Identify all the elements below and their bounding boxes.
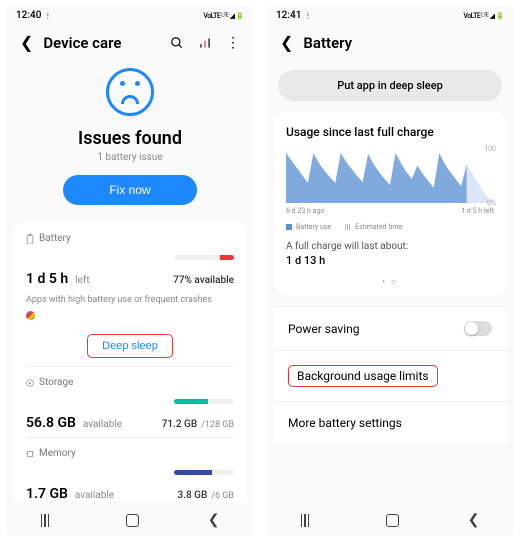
memory-total: /6 GB xyxy=(211,491,234,501)
battery-suffix: left xyxy=(75,275,89,286)
storage-label: Storage xyxy=(39,377,73,388)
chart-left-label: 6 d 23 h ago xyxy=(286,207,324,215)
battery-label: Battery xyxy=(39,233,71,244)
charge-note: A full charge will last about: xyxy=(286,241,494,252)
back-icon[interactable]: ❮ xyxy=(280,33,293,52)
storage-used: 71.2 GB xyxy=(162,419,197,430)
memory-label: Memory xyxy=(39,448,76,459)
chart-min-label: 0% xyxy=(487,199,496,207)
deep-sleep-button[interactable]: Deep sleep xyxy=(87,334,173,358)
back-icon[interactable]: ❮ xyxy=(20,33,33,52)
legend-battery: Battery use xyxy=(296,223,331,231)
status-signal-icons: VoLTE ᴸᵀᴱ ◢ 🔋 xyxy=(463,12,504,20)
status-time: 12:41 xyxy=(276,10,301,21)
status-bar: 12:40 ⋮ VoLTE ᴸᵀᴱ ◢ 🔋 xyxy=(6,6,254,23)
put-app-deep-sleep-button[interactable]: Put app in deep sleep xyxy=(278,70,502,101)
power-saving-row[interactable]: Power saving xyxy=(274,306,506,350)
nav-home-button[interactable] xyxy=(126,514,139,527)
device-care-screen: 12:40 ⋮ VoLTE ᴸᵀᴱ ◢ 🔋 ❮ Device care ⋮ Is… xyxy=(6,6,254,536)
legend-est: Estimated time xyxy=(355,223,402,231)
status-signal-icons: VoLTE ᴸᵀᴱ ◢ 🔋 xyxy=(203,12,244,20)
battery-chart: 100 0% xyxy=(286,153,494,203)
status-notif-icon: ⋮ xyxy=(304,12,311,20)
fix-now-button[interactable]: Fix now xyxy=(63,175,196,205)
status-bar: 12:41 ⋮ VoLTE ᴸᵀᴱ ◢ 🔋 xyxy=(266,6,514,23)
signal-icon[interactable] xyxy=(198,36,212,50)
battery-screen: 12:41 ⋮ VoLTE ᴸᵀᴱ ◢ 🔋 ❮ Battery Put app … xyxy=(266,6,514,536)
nav-bar: ❮ xyxy=(6,502,254,536)
legend-est-icon xyxy=(345,224,351,230)
memory-icon xyxy=(26,449,34,459)
more-icon[interactable]: ⋮ xyxy=(226,35,240,51)
memory-suffix: available xyxy=(75,490,114,501)
page-title: Device care xyxy=(43,34,160,52)
more-settings-label: More battery settings xyxy=(288,416,402,430)
header: ❮ Device care ⋮ xyxy=(6,23,254,62)
battery-available: 77% available xyxy=(173,275,234,286)
apps-note: Apps with high battery use or frequent c… xyxy=(26,295,234,305)
status-notif-icon: ⋮ xyxy=(44,12,51,20)
storage-total: /128 GB xyxy=(201,420,234,430)
storage-icon xyxy=(26,378,34,388)
chart-max-label: 100 xyxy=(484,145,496,153)
status-time: 12:40 xyxy=(16,10,41,21)
charge-time: 1 d 13 h xyxy=(286,254,494,267)
memory-used: 3.8 GB xyxy=(178,490,208,501)
legend-battery-icon xyxy=(286,224,292,230)
power-saving-toggle[interactable] xyxy=(464,321,492,336)
storage-value: 56.8 GB xyxy=(26,415,76,431)
page-title: Battery xyxy=(303,34,500,52)
bg-usage-limits-label: Background usage limits xyxy=(288,365,438,387)
nav-bar: ❮ xyxy=(266,502,514,536)
nav-home-button[interactable] xyxy=(386,514,399,527)
nav-back-button[interactable]: ❮ xyxy=(208,512,220,528)
nav-back-button[interactable]: ❮ xyxy=(468,512,480,528)
power-saving-label: Power saving xyxy=(288,322,360,336)
battery-value: 1 d 5 h xyxy=(26,271,68,287)
nav-recent-button[interactable] xyxy=(41,514,57,527)
storage-suffix: available xyxy=(83,419,122,430)
usage-title: Usage since last full charge xyxy=(286,125,494,139)
memory-value: 1.7 GB xyxy=(26,486,68,502)
search-icon[interactable] xyxy=(170,36,184,50)
page-indicator: • ○ xyxy=(286,277,494,286)
bg-usage-limits-row[interactable]: Background usage limits xyxy=(274,350,506,401)
nav-recent-button[interactable] xyxy=(301,514,317,527)
app-icon xyxy=(26,311,35,320)
usage-card: Usage since last full charge 100 0% 6 d … xyxy=(274,111,506,296)
issue-title: Issues found xyxy=(78,128,182,149)
header: ❮ Battery xyxy=(266,23,514,62)
battery-icon xyxy=(26,234,34,244)
chart-right-label: 1 d 5 h left xyxy=(461,207,494,215)
sad-face-icon xyxy=(106,68,154,116)
issue-subtitle: 1 battery issue xyxy=(97,152,162,163)
more-battery-settings-row[interactable]: More battery settings xyxy=(274,401,506,444)
